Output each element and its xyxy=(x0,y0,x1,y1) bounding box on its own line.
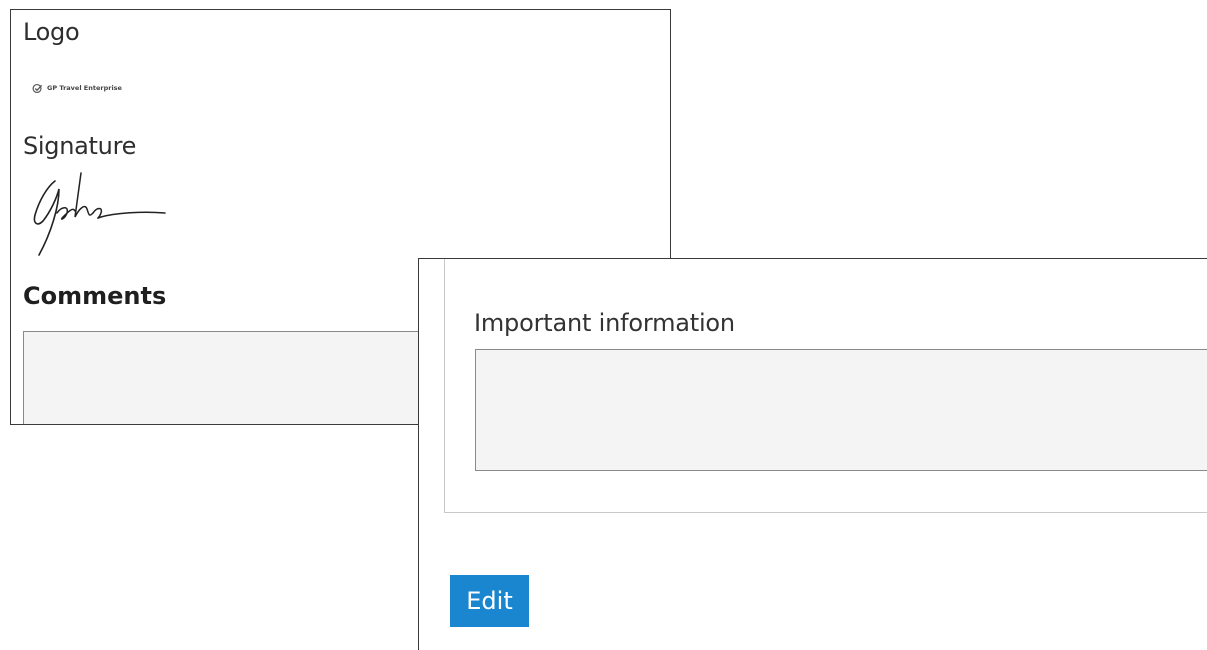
company-logo: GP Travel Enterprise xyxy=(32,80,122,96)
edit-button[interactable]: Edit xyxy=(450,575,529,627)
important-information-field[interactable] xyxy=(475,349,1207,471)
checkmark-logo-icon xyxy=(32,83,43,93)
comments-label: Comments xyxy=(23,282,167,310)
screenshot-stage: Logo GP Travel Enterprise Signature Comm… xyxy=(0,0,1207,650)
signature-label: Signature xyxy=(23,132,137,160)
logo-label: Logo xyxy=(23,18,80,46)
important-information-label: Important information xyxy=(474,309,735,337)
signature-image xyxy=(33,172,166,256)
important-info-panel: Important information Edit xyxy=(418,258,1207,650)
logo-text: GP Travel Enterprise xyxy=(47,84,122,92)
